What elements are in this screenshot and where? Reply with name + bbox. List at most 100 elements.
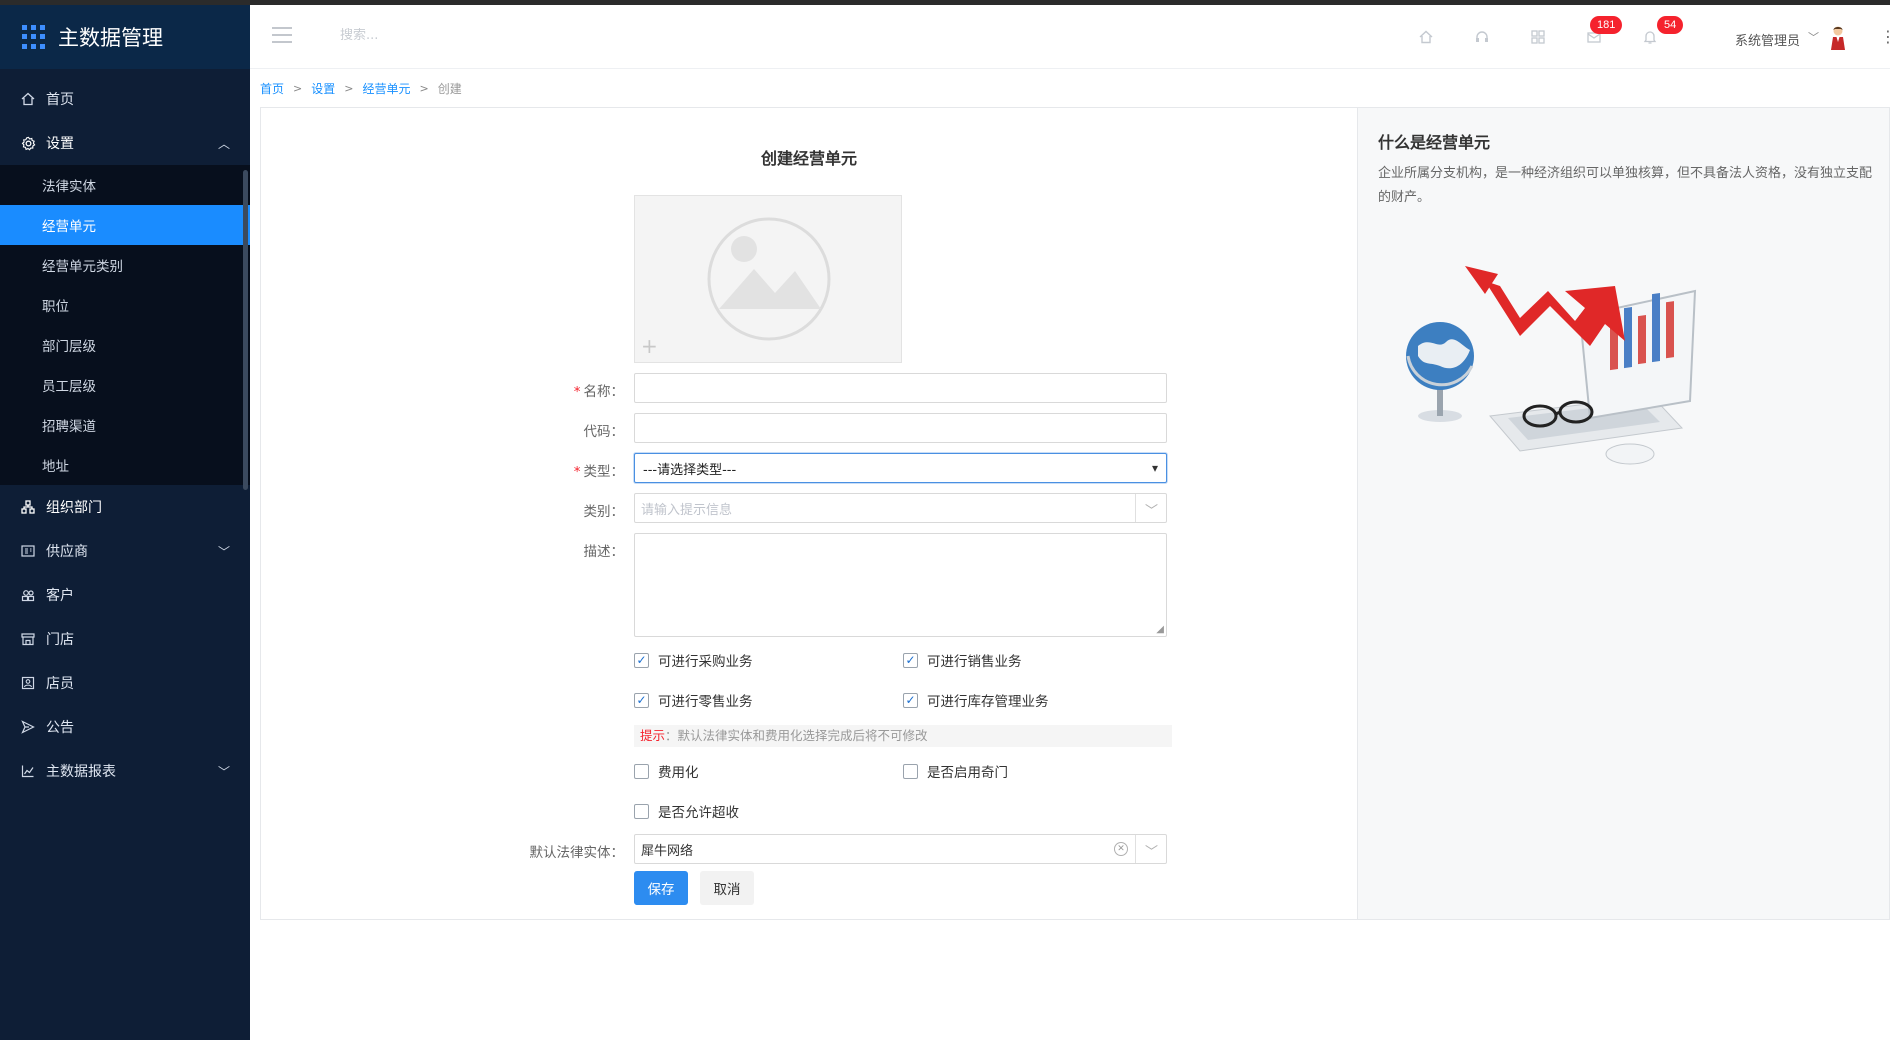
legal-entity-label: 默认法律实体： xyxy=(529,845,625,861)
check-icon[interactable]: ✓ xyxy=(634,652,649,668)
submenu-item-position[interactable]: 职位 xyxy=(0,285,250,325)
code-input[interactable] xyxy=(634,413,1167,443)
app-title: 主数据管理 xyxy=(58,26,163,50)
apps-grid-icon xyxy=(22,25,46,49)
clear-icon[interactable]: ✕ xyxy=(1114,842,1128,856)
check-icon[interactable]: ✓ xyxy=(634,692,649,708)
sidebar-item-label: 门店 xyxy=(46,632,74,648)
checkbox-inventory[interactable]: ✓ 可进行库存管理业务 xyxy=(903,690,1049,710)
breadcrumb-business-unit[interactable]: 经营单元 xyxy=(362,80,410,97)
chevron-down-icon: ▾ xyxy=(1151,461,1158,475)
form-title: 创建经营单元 xyxy=(760,149,857,168)
check-icon[interactable]: ✓ xyxy=(903,692,918,708)
name-label: * 名称： xyxy=(573,384,624,400)
name-input[interactable] xyxy=(634,373,1167,403)
hint-text: 提示：默认法律实体和费用化选择完成后将不可修改 xyxy=(634,725,1172,747)
sidebar-item-announcement[interactable]: 公告 xyxy=(0,705,250,749)
breadcrumb-settings[interactable]: 设置 xyxy=(311,80,335,97)
code-label: 代码： xyxy=(583,424,625,440)
submenu-item-employee-level[interactable]: 员工层级 xyxy=(0,365,250,405)
brand[interactable]: 主数据管理 xyxy=(0,5,250,69)
submenu-item-department-level[interactable]: 部门层级 xyxy=(0,325,250,365)
sidebar-item-supplier[interactable]: 供应商 ﹀ xyxy=(0,529,250,573)
home-icon[interactable] xyxy=(1416,27,1436,47)
sidebar-item-customer[interactable]: 客户 xyxy=(0,573,250,617)
save-button[interactable]: 保存 xyxy=(634,871,688,905)
resize-handle-icon[interactable]: ◢ xyxy=(1156,624,1164,635)
info-description: 企业所属分支机构，是一种经济组织可以单独核算，但不具备法人资格，没有独立支配的财… xyxy=(1378,166,1873,205)
legal-entity-combobox[interactable]: 犀牛网络 ✕ ﹀ xyxy=(634,834,1167,864)
hint-prefix: 提示 xyxy=(640,728,666,743)
search-input[interactable] xyxy=(340,28,540,43)
announce-icon xyxy=(20,719,36,735)
chevron-down-icon[interactable]: ﹀ xyxy=(1145,841,1158,860)
sidebar-item-org[interactable]: 组织部门 xyxy=(0,485,250,529)
chevron-down-icon: ﹀ xyxy=(217,544,230,559)
chevron-down-icon: ﹀ xyxy=(217,764,230,779)
settings-submenu: 法律实体 经营单元 经营单元类别 职位 部门层级 员工层级 招聘渠道 地址 xyxy=(0,165,250,485)
grid-icon[interactable] xyxy=(1528,27,1548,47)
sidebar-item-label: 组织部门 xyxy=(46,500,102,516)
required-mark: * xyxy=(573,384,581,400)
clerk-icon xyxy=(20,675,36,691)
breadcrumb-separator: > xyxy=(344,82,354,95)
submenu-item-business-unit-category[interactable]: 经营单元类别 xyxy=(0,245,250,285)
menu-toggle-icon[interactable] xyxy=(272,27,292,45)
category-combobox[interactable]: 请输入提示信息 ﹀ xyxy=(634,493,1167,523)
legal-entity-value: 犀牛网络 xyxy=(641,843,694,859)
sidebar: 主数据管理 首页 设置 ︿ 法律实体 经营单元 经营单元类别 职位 部门层级 员… xyxy=(0,5,250,1040)
info-title: 什么是经营单元 xyxy=(1378,133,1491,152)
notification-badge: 54 xyxy=(1657,16,1684,34)
image-uploader[interactable]: + xyxy=(634,195,902,363)
submenu-item-business-unit[interactable]: 经营单元 xyxy=(0,205,250,245)
chevron-down-icon[interactable]: ﹀ xyxy=(1808,29,1819,45)
sidebar-item-store[interactable]: 门店 xyxy=(0,617,250,661)
sidebar-scrollbar[interactable] xyxy=(243,170,248,490)
sidebar-item-label: 店员 xyxy=(46,676,74,692)
description-textarea[interactable]: ◢ xyxy=(634,533,1167,637)
type-select[interactable]: ---请选择类型--- ▾ xyxy=(634,453,1167,483)
breadcrumb-home[interactable]: 首页 xyxy=(260,80,284,97)
sidebar-item-home[interactable]: 首页 xyxy=(0,77,250,121)
submenu-item-address[interactable]: 地址 xyxy=(0,445,250,485)
home-icon xyxy=(20,91,36,107)
checkbox-odd-door[interactable]: 是否启用奇门 xyxy=(903,761,1008,781)
add-icon: + xyxy=(641,334,658,358)
submenu-item-legal-entity[interactable]: 法律实体 xyxy=(0,165,250,205)
breadcrumb-current: 创建 xyxy=(437,82,462,96)
headset-icon[interactable] xyxy=(1472,27,1492,47)
image-placeholder-icon xyxy=(707,217,831,341)
checkbox-sales[interactable]: ✓ 可进行销售业务 xyxy=(903,650,1022,670)
avatar[interactable] xyxy=(1828,25,1848,51)
category-placeholder: 请输入提示信息 xyxy=(641,502,733,518)
breadcrumb: 首页 > 设置 > 经营单元 > 创建 xyxy=(260,80,462,97)
user-name[interactable]: 系统管理员 xyxy=(1735,30,1800,49)
breadcrumb-separator: > xyxy=(293,82,303,95)
check-icon[interactable]: ✓ xyxy=(903,652,918,668)
info-panel: 什么是经营单元 企业所属分支机构，是一种经济组织可以单独核算，但不具备法人资格，… xyxy=(1357,108,1889,919)
checkbox-purchase[interactable]: ✓ 可进行采购业务 xyxy=(634,650,753,670)
sidebar-item-clerk[interactable]: 店员 xyxy=(0,661,250,705)
gear-icon xyxy=(20,135,36,151)
breadcrumb-separator: > xyxy=(419,82,429,95)
submenu-item-recruit-channel[interactable]: 招聘渠道 xyxy=(0,405,250,445)
sidebar-item-label: 客户 xyxy=(46,588,74,604)
chevron-up-icon: ︿ xyxy=(217,136,230,151)
chevron-down-icon[interactable]: ﹀ xyxy=(1145,500,1158,519)
more-vertical-icon[interactable]: ⋮ xyxy=(1880,27,1890,46)
checkbox-retail[interactable]: ✓ 可进行零售业务 xyxy=(634,690,753,710)
customer-icon xyxy=(20,587,36,603)
checkbox-over-receive[interactable]: 是否允许超收 xyxy=(634,801,739,821)
sidebar-item-label: 公告 xyxy=(46,720,74,736)
sidebar-item-label: 设置 xyxy=(46,136,74,152)
category-label: 类别： xyxy=(583,504,625,520)
message-badge: 181 xyxy=(1590,16,1623,34)
sidebar-item-report[interactable]: 主数据报表 ﹀ xyxy=(0,749,250,793)
bell-icon[interactable] xyxy=(1640,27,1660,47)
create-form: 创建经营单元 + * 名称： 代码： * 类型： ---请选择类型--- ▾ 类别： xyxy=(261,108,1357,919)
business-illustration xyxy=(1406,266,1697,465)
sidebar-item-label: 首页 xyxy=(46,92,74,108)
checkbox-expense[interactable]: 费用化 xyxy=(634,761,699,781)
sidebar-item-settings[interactable]: 设置 ︿ xyxy=(0,121,250,165)
cancel-button[interactable]: 取消 xyxy=(700,871,754,905)
